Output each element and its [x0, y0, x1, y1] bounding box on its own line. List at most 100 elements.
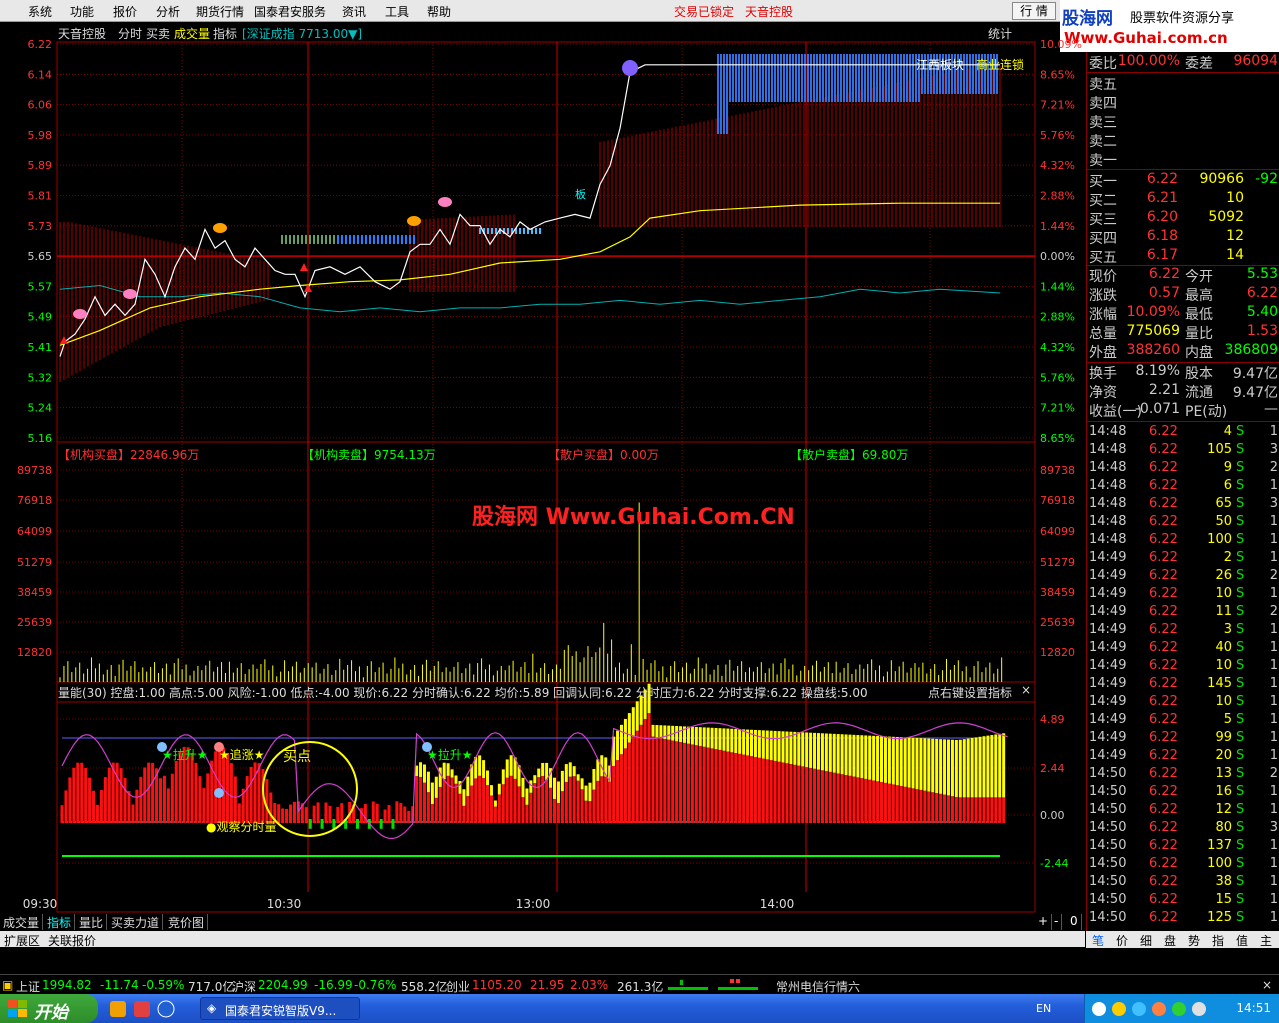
buy-level-row: 买二 6.21 10	[1087, 190, 1279, 209]
menu-tools[interactable]: 工具	[385, 3, 409, 20]
tick-row[interactable]: 14:48 6.22 50 S 1	[1087, 514, 1279, 532]
quote-button[interactable]: 行 情	[1012, 2, 1056, 20]
tick-row[interactable]: 14:50 6.22 15 S 1	[1087, 892, 1279, 910]
right-tab[interactable]: 价	[1116, 932, 1128, 949]
language-indicator[interactable]: EN	[1036, 1002, 1051, 1015]
tick-row[interactable]: 14:48 6.22 4 S 1	[1087, 424, 1279, 442]
tick-row[interactable]: 14:49 6.22 10 S 1	[1087, 694, 1279, 712]
tick-row[interactable]: 14:50 6.22 12 S 1	[1087, 802, 1279, 820]
tick-row[interactable]: 14:49 6.22 10 S 1	[1087, 586, 1279, 604]
tick-row[interactable]: 14:50 6.22 38 S 1	[1087, 874, 1279, 892]
tick-side: S	[1236, 730, 1245, 745]
intraday-chart[interactable]: 6.22 10.09% 6.14 8.65% 6.06 7.21% 5.98 5.76% 5.8…	[0, 22, 1086, 914]
tick-row[interactable]: 14:48 6.22 6 S 1	[1087, 478, 1279, 496]
menu-quote[interactable]: 报价	[113, 3, 137, 20]
zoom-in-button[interactable]: +	[1035, 914, 1053, 930]
stat-value: 2.21	[1148, 382, 1180, 398]
tick-side: S	[1236, 496, 1245, 511]
volume-tick-label-right: 89738	[1040, 464, 1075, 477]
tick-row[interactable]: 14:50 6.22 16 S 1	[1087, 784, 1279, 802]
menu-function[interactable]: 功能	[70, 3, 94, 20]
tick-price: 6.22	[1149, 568, 1178, 583]
menu-futures[interactable]: 期货行情	[196, 3, 244, 20]
sh-label[interactable]: 上证	[16, 978, 40, 995]
index-bar-close-icon[interactable]: ×	[1262, 978, 1272, 992]
tick-row[interactable]: 14:50 6.22 13 S 2	[1087, 766, 1279, 784]
zoom-out-button[interactable]: -	[1051, 914, 1063, 930]
menu-service[interactable]: 国泰君安服务	[254, 3, 326, 20]
signal-ball-icon	[123, 289, 137, 299]
right-tab[interactable]: 值	[1236, 932, 1248, 949]
tab-buysell-force[interactable]: 买卖力道	[108, 914, 164, 930]
right-tab[interactable]: 细	[1140, 932, 1152, 949]
stat-label: 外盘	[1089, 345, 1117, 361]
tick-side: S	[1236, 622, 1245, 637]
start-label: 开始	[34, 1003, 68, 1023]
news-ticker[interactable]: 常州电信行情六	[776, 978, 860, 995]
marker-pull-up-2: ★拉升★	[427, 748, 473, 762]
quote-panel: 委比 100.00% 委差 96094 卖五 卖四 卖三 卖二 卖一 买一 6.22 90966 -92…	[1086, 52, 1279, 932]
tick-row[interactable]: 14:49 6.22 5 S 1	[1087, 712, 1279, 730]
tick-row[interactable]: 14:49 6.22 3 S 1	[1087, 622, 1279, 640]
tick-row[interactable]: 14:48 6.22 100 S 1	[1087, 532, 1279, 550]
tick-row[interactable]: 14:49 6.22 11 S 2	[1087, 604, 1279, 622]
tab-related-quotes[interactable]: 关联报价	[48, 932, 96, 949]
cy-label[interactable]: 创业	[446, 978, 470, 995]
percent-tick-label: 8.65%	[1040, 68, 1075, 81]
flow-inst-sell-label: 【机构卖盘】	[302, 448, 375, 462]
tick-row[interactable]: 14:49 6.22 20 S 1	[1087, 748, 1279, 766]
start-button[interactable]: 开始	[0, 994, 98, 1023]
stat-label: PE(动)	[1185, 404, 1228, 420]
right-tab[interactable]: 势	[1188, 932, 1200, 949]
tick-row[interactable]: 14:50 6.22 80 S 3	[1087, 820, 1279, 838]
tick-count: 1	[1269, 802, 1278, 817]
right-tab[interactable]: 笔	[1092, 932, 1104, 949]
indicator-tick-label: 4.89	[1040, 713, 1065, 726]
quick-launch-icons[interactable]	[108, 1000, 188, 1018]
tray-icons[interactable]	[1091, 1000, 1211, 1018]
tick-side: S	[1236, 820, 1245, 835]
zoom-reset-button[interactable]: 0	[1067, 914, 1082, 930]
tick-time: 14:49	[1089, 586, 1127, 601]
right-tab[interactable]: 盘	[1164, 932, 1176, 949]
tick-row[interactable]: 14:49 6.22 2 S 1	[1087, 550, 1279, 568]
menu-help[interactable]: 帮助	[427, 3, 451, 20]
tab-auction[interactable]: 竞价图	[165, 914, 209, 930]
menu-system[interactable]: 系统	[28, 3, 52, 20]
tick-time: 14:48	[1089, 496, 1127, 511]
signal-ball-icon	[214, 788, 224, 798]
indicator-settings-hint[interactable]: 点右键设置指标	[928, 684, 1012, 701]
marker-watch: ●观察分时量	[206, 820, 277, 834]
tick-count: 1	[1269, 712, 1278, 727]
tick-row[interactable]: 14:49 6.22 145 S 1	[1087, 676, 1279, 694]
percent-tick-label: 10.09%	[1040, 38, 1082, 51]
right-tab[interactable]: 主	[1260, 932, 1272, 949]
tick-row[interactable]: 14:49 6.22 40 S 1	[1087, 640, 1279, 658]
tick-row[interactable]: 14:48 6.22 105 S 3	[1087, 442, 1279, 460]
tick-count: 1	[1269, 514, 1278, 529]
tick-row[interactable]: 14:50 6.22 100 S 1	[1087, 856, 1279, 874]
order-diff-label: 委差	[1185, 56, 1213, 72]
taskbar-app[interactable]: ◈ 国泰君安锐智版V9...	[200, 997, 360, 1020]
buy-level-price: 6.20	[1146, 209, 1178, 225]
tab-volume-bottom[interactable]: 成交量	[0, 914, 44, 930]
tick-row[interactable]: 14:50 6.22 125 S 1	[1087, 910, 1279, 928]
sell-level-row: 卖二	[1087, 131, 1279, 150]
trade-lock-status[interactable]: 交易已锁定	[674, 3, 734, 20]
right-tab[interactable]: 指	[1212, 932, 1224, 949]
tick-count: 2	[1269, 460, 1278, 475]
tick-row[interactable]: 14:48 6.22 65 S 3	[1087, 496, 1279, 514]
tick-row[interactable]: 14:49 6.22 99 S 1	[1087, 730, 1279, 748]
tab-indicator-bottom[interactable]: 指标	[44, 914, 76, 930]
tab-extension[interactable]: 扩展区	[4, 932, 40, 949]
menu-analysis[interactable]: 分析	[156, 3, 180, 20]
tab-volume-ratio[interactable]: 量比	[76, 914, 108, 930]
tick-row[interactable]: 14:48 6.22 9 S 2	[1087, 460, 1279, 478]
tick-row[interactable]: 14:49 6.22 26 S 2	[1087, 568, 1279, 586]
hs-label[interactable]: 沪深	[232, 978, 256, 995]
menu-info[interactable]: 资讯	[342, 3, 366, 20]
tick-row[interactable]: 14:49 6.22 10 S 1	[1087, 658, 1279, 676]
indicator-close-icon[interactable]: ×	[1021, 683, 1031, 697]
tick-row[interactable]: 14:50 6.22 137 S 1	[1087, 838, 1279, 856]
tick-count: 1	[1269, 676, 1278, 691]
